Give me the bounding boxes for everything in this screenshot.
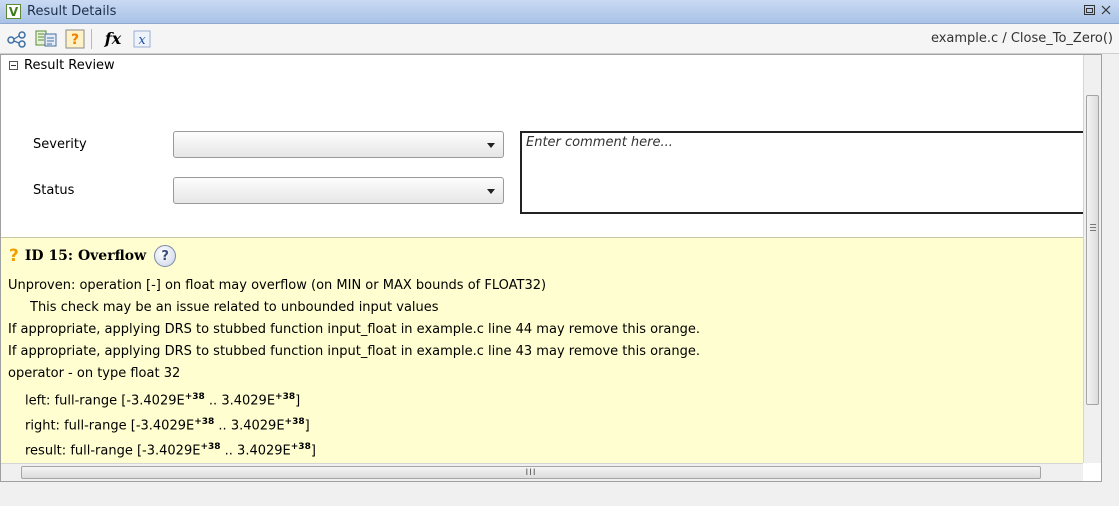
horizontal-scrollbar[interactable]: III [1, 463, 1083, 481]
result-details-pane: Result Review Severity Status Enter comm… [0, 54, 1102, 482]
result-review-header[interactable]: Result Review [9, 58, 115, 73]
toolbar: ? fx x example.c / Close_To_Zero() [0, 24, 1119, 54]
fx-icon[interactable]: fx [101, 27, 125, 51]
source-code-icon[interactable] [34, 27, 58, 51]
exponent: +38 [290, 442, 311, 452]
chevron-down-icon [487, 189, 495, 194]
operand-right: right: full-range [-3.4029E+38 .. 3.4029… [25, 417, 310, 433]
severity-label: Severity [33, 137, 87, 152]
svg-text:?: ? [71, 32, 79, 48]
result-review-label: Result Review [24, 58, 115, 73]
close-icon[interactable] [1101, 4, 1111, 18]
operand-label: left: [25, 393, 51, 409]
operand-label: right: [25, 418, 60, 434]
window-title: Result Details [27, 4, 117, 19]
result-id-title: ID 15: Overflow [24, 248, 147, 264]
operand-result: result: full-range [-3.4029E+38 .. 3.402… [25, 442, 316, 458]
vertical-scrollbar[interactable] [1083, 55, 1101, 463]
window-controls [1084, 4, 1111, 18]
status-label: Status [33, 183, 75, 198]
operand-range: .. 3.4029E [204, 393, 276, 409]
collapse-icon[interactable] [9, 61, 18, 70]
title-bar: V Result Details [0, 0, 1119, 24]
toolbar-separator [91, 28, 92, 49]
operand-label: result: [25, 443, 67, 459]
exponent: +38 [194, 417, 215, 427]
exponent: +38 [184, 392, 205, 402]
result-message-line: This check may be an issue related to un… [30, 300, 439, 315]
restore-icon[interactable] [1084, 4, 1095, 18]
orange-check-icon: ? [9, 246, 19, 266]
result-message-line: If appropriate, applying DRS to stubbed … [8, 322, 701, 337]
help-orange-icon[interactable]: ? [63, 27, 87, 51]
severity-dropdown[interactable] [173, 131, 504, 158]
operand-range: full-range [-3.4029E [54, 393, 185, 409]
operand-range: ] [295, 393, 301, 409]
operand-left: left: full-range [-3.4029E+38 .. 3.4029E… [25, 392, 300, 408]
svg-text:x: x [138, 33, 146, 48]
app-icon: V [6, 4, 21, 19]
operand-range: ] [304, 418, 310, 434]
operand-range: .. 3.4029E [220, 443, 291, 459]
operand-range: full-range [-3.4029E [70, 443, 201, 459]
exponent: +38 [284, 417, 305, 427]
operand-range: ] [310, 443, 316, 459]
help-icon[interactable]: ? [154, 245, 177, 267]
result-message-line: operator - on type float 32 [8, 366, 181, 381]
exponent: +38 [200, 442, 221, 452]
result-info-area: ? ID 15: Overflow ? Unproven: operation … [1, 237, 1083, 463]
result-message-line: Unproven: operation [-] on float may ove… [8, 278, 547, 293]
breadcrumb: example.c / Close_To_Zero() [930, 31, 1113, 46]
comment-field[interactable]: Enter comment here... [520, 131, 1100, 214]
result-message-line: If appropriate, applying DRS to stubbed … [8, 344, 701, 359]
horizontal-scroll-thumb[interactable]: III [21, 466, 1041, 479]
fx-label: fx [104, 29, 122, 48]
operand-range: .. 3.4029E [214, 418, 285, 434]
vertical-scroll-thumb[interactable] [1086, 95, 1099, 405]
call-graph-icon[interactable] [5, 27, 29, 51]
variable-icon[interactable]: x [130, 27, 154, 51]
operand-range: full-range [-3.4029E [64, 418, 195, 434]
comment-placeholder: Enter comment here... [526, 135, 673, 150]
chevron-down-icon [487, 143, 495, 148]
result-title: ? ID 15: Overflow ? [9, 245, 177, 267]
exponent: +38 [275, 392, 296, 402]
status-dropdown[interactable] [173, 177, 504, 204]
